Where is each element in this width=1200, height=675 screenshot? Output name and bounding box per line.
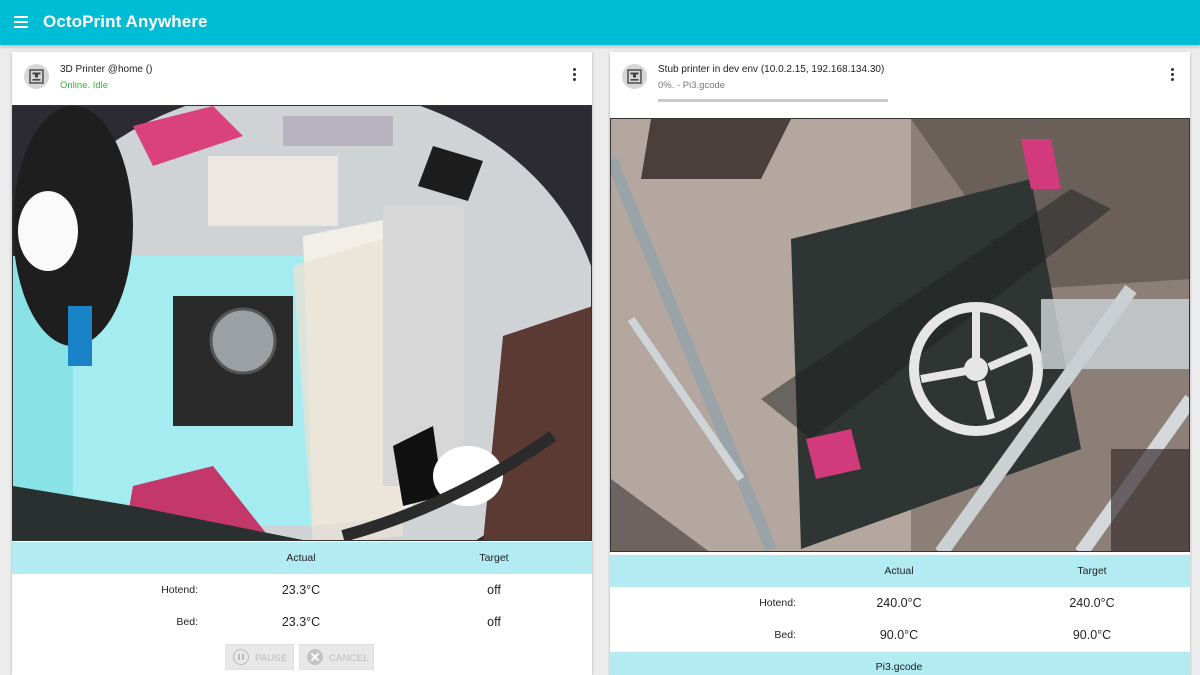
hotend-label: Hotend: [759,597,796,609]
webcam-stream [610,118,1190,552]
temperature-table-header: Actual Target [610,555,1190,587]
actual-column-header: Actual [286,552,316,564]
table-row: Bed: 90.0°C 90.0°C [610,619,1190,651]
hotend-target-temp: off [487,583,501,597]
print-progress-bar [658,99,888,102]
temperature-table: Actual Target Hotend: 23.3°C off Bed: 23… [12,542,592,638]
temperature-table-header: Actual Target [12,542,592,574]
pause-icon [233,649,249,665]
cancel-icon [307,649,323,665]
actual-column-header: Actual [884,565,914,577]
target-column-header: Target [479,552,509,564]
bed-target-temp: 90.0°C [1072,628,1112,642]
hamburger-menu-icon[interactable] [14,16,28,28]
webcam-stream [12,105,592,541]
pause-button-label: PAUSE [255,653,288,664]
app-title: OctoPrint Anywhere [43,12,208,31]
printer-status: 0%. - Pi3.gcode [658,80,726,91]
temperature-table: Actual Target Hotend: 240.0°C 240.0°C Be… [610,555,1190,651]
cancel-button-label: CANCEL [329,653,369,664]
hotend-actual-temp: 23.3°C [281,583,321,597]
printer-name: Stub printer in dev env (10.0.2.15, 192.… [658,64,885,75]
bed-actual-temp: 23.3°C [281,615,321,629]
bed-label: Bed: [176,616,198,628]
printer-card: 3D Printer @home () Online. Idle Actual … [12,52,592,675]
hotend-target-temp: 240.0°C [1069,596,1115,610]
printer-name: 3D Printer @home () [60,64,153,75]
app-toolbar: OctoPrint Anywhere [0,0,1200,45]
hotend-actual-temp: 240.0°C [876,596,922,610]
table-row: Hotend: 240.0°C 240.0°C [610,587,1190,619]
pause-button[interactable]: PAUSE [225,644,294,670]
kebab-menu-icon[interactable] [1170,68,1176,82]
job-file-name: Pi3.gcode [875,661,923,673]
hotend-label: Hotend: [161,584,198,596]
table-row: Bed: 23.3°C off [12,606,592,638]
printer-avatar-icon [24,64,49,89]
bed-target-temp: off [487,615,501,629]
current-job-bar: Pi3.gcode [610,652,1190,675]
printer-card: Stub printer in dev env (10.0.2.15, 192.… [610,52,1190,675]
kebab-menu-icon[interactable] [572,68,578,82]
target-column-header: Target [1077,565,1107,577]
table-row: Hotend: 23.3°C off [12,574,592,606]
printer-avatar-icon [622,64,647,89]
bed-actual-temp: 90.0°C [879,628,919,642]
printer-status: Online. Idle [60,80,109,91]
bed-label: Bed: [774,629,796,641]
cancel-button[interactable]: CANCEL [299,644,374,670]
